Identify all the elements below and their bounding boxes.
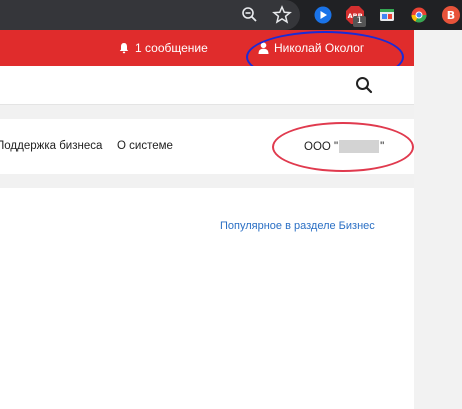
tab-manager-icon[interactable] — [377, 5, 397, 25]
section-divider-2 — [0, 174, 414, 188]
notifications-label: 1 сообщение — [135, 41, 208, 55]
search-bar[interactable] — [0, 66, 414, 105]
zoom-icon[interactable] — [240, 5, 260, 25]
nav-item-about-system[interactable]: О системе — [117, 140, 173, 152]
bell-icon — [119, 43, 129, 54]
section-divider — [0, 105, 414, 119]
abp-badge: 1 — [353, 16, 366, 27]
page-gutter — [414, 30, 462, 409]
profile-letter: B — [447, 9, 455, 22]
search-icon[interactable] — [354, 75, 374, 95]
star-icon[interactable] — [272, 5, 292, 25]
chrome-apps-icon[interactable] — [409, 5, 429, 25]
popular-in-business-link[interactable]: Популярное в разделе Бизнес — [220, 220, 375, 232]
profile-b-icon[interactable]: B — [441, 5, 461, 25]
extension-video-icon[interactable] — [313, 5, 333, 25]
notifications-link[interactable]: 1 сообщение — [118, 41, 208, 55]
annotation-ellipse-red — [272, 122, 414, 172]
nav-item-business-support[interactable]: Поддержка бизнеса — [0, 140, 102, 152]
